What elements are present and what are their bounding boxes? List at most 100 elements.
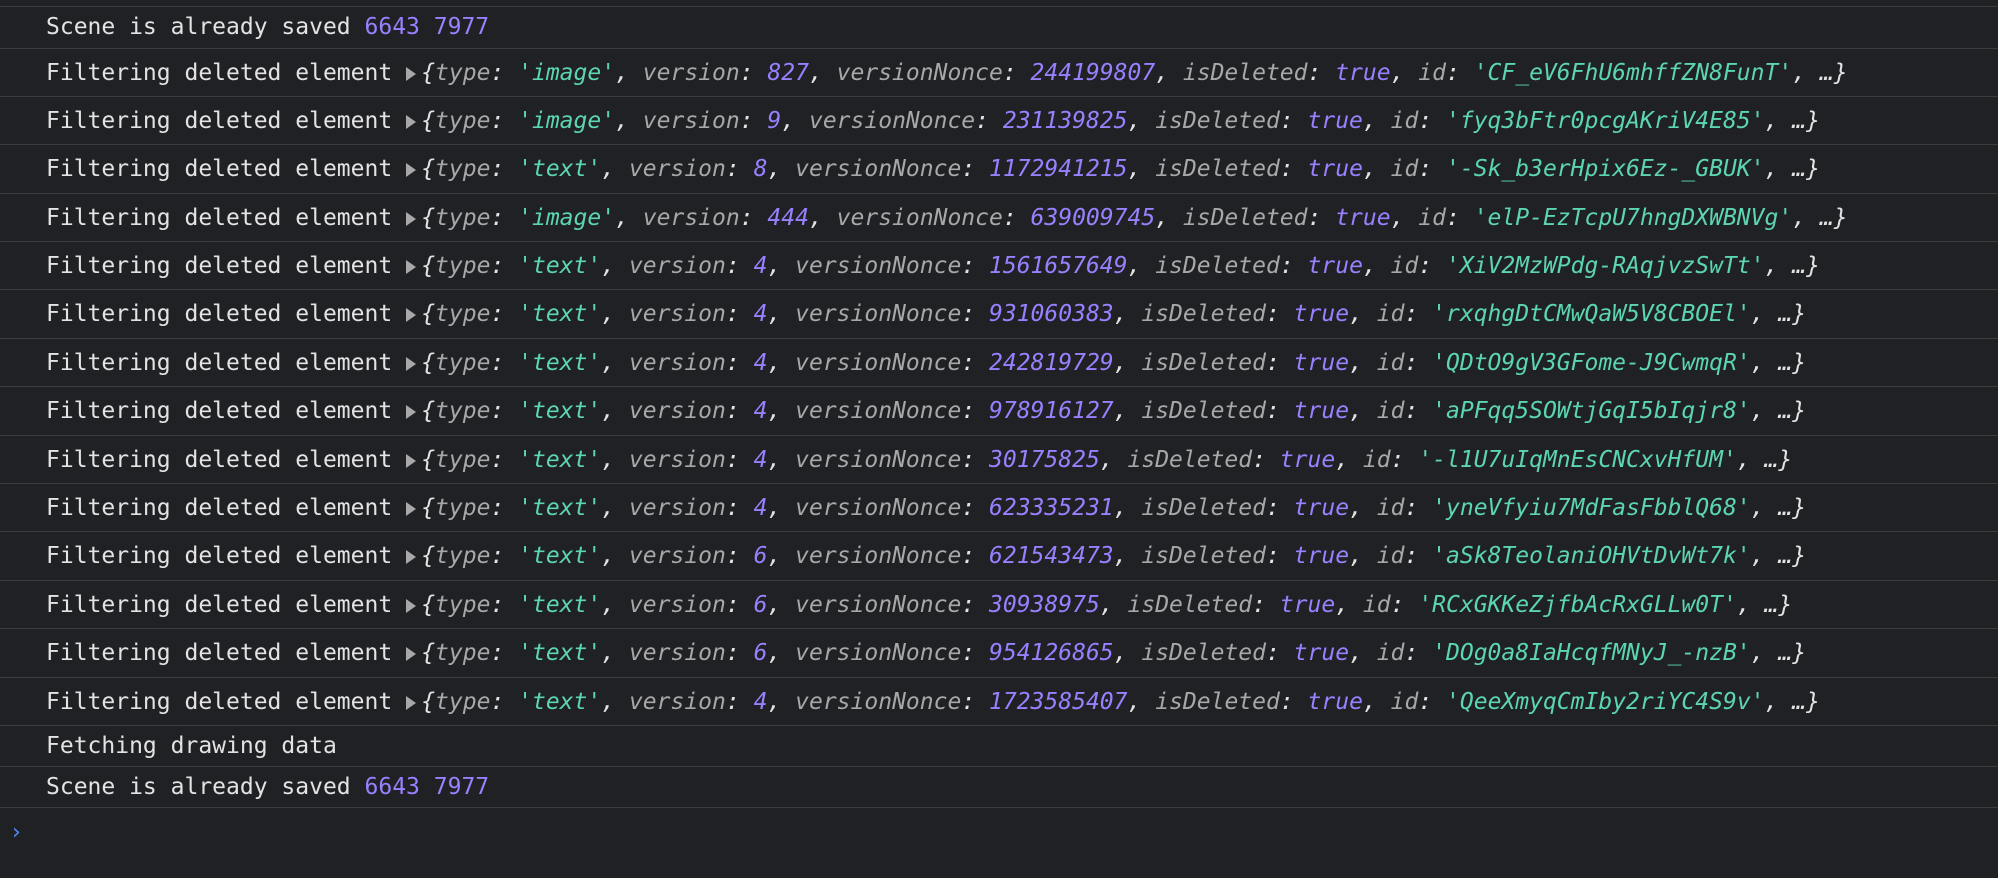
expand-triangle-icon[interactable] — [406, 695, 417, 710]
object-preview[interactable]: {type: 'image', version: 9, versionNonce… — [421, 108, 1820, 134]
obj-key: isDeleted — [1141, 301, 1266, 328]
obj-key: id — [1362, 591, 1391, 618]
obj-key: versionNonce — [795, 156, 962, 183]
obj-value: 444 — [767, 204, 809, 231]
obj-key: type — [435, 495, 491, 522]
expand-triangle-icon[interactable] — [406, 356, 417, 371]
object-preview[interactable]: {type: 'text', version: 6, versionNonce:… — [421, 592, 1792, 618]
obj-value: 4 — [753, 349, 768, 376]
obj-value: 'rxqhgDtCMwQaW5V8CBOEl' — [1432, 301, 1751, 328]
obj-value: 'QDtO9gV3GFome-J9CwmqR' — [1432, 349, 1751, 376]
expand-triangle-icon[interactable] — [406, 114, 417, 129]
log-row-filter: Filtering deleted element {type: 'text', … — [0, 678, 1998, 726]
expand-triangle-icon[interactable] — [406, 163, 417, 178]
log-row-filter: Filtering deleted element {type: 'text', … — [0, 436, 1998, 485]
obj-key: type — [435, 59, 491, 86]
log-entries: Filtering deleted element {type: 'image',… — [0, 49, 1998, 726]
obj-key: type — [435, 301, 491, 328]
obj-key: versionNonce — [795, 301, 962, 328]
expand-triangle-icon[interactable] — [406, 453, 417, 468]
object-preview[interactable]: {type: 'text', version: 6, versionNonce:… — [421, 640, 1806, 666]
log-row-filter: Filtering deleted element {type: 'image',… — [0, 97, 1998, 146]
obj-ellipsis: … — [1764, 446, 1779, 473]
log-message: Filtering deleted element — [46, 495, 393, 522]
obj-value: '-Sk_b3erHpix6Ez-_GBUK' — [1446, 156, 1765, 183]
log-message: Filtering deleted element — [46, 301, 393, 328]
object-preview[interactable]: {type: 'text', version: 4, versionNonce:… — [421, 301, 1806, 327]
obj-key: isDeleted — [1182, 204, 1308, 231]
expand-triangle-icon[interactable] — [406, 550, 417, 565]
object-preview[interactable]: {type: 'text', version: 6, versionNonce:… — [421, 543, 1806, 569]
obj-key: isDeleted — [1182, 59, 1308, 86]
object-preview[interactable]: {type: 'text', version: 4, versionNonce:… — [421, 398, 1806, 424]
expand-triangle-icon[interactable] — [406, 260, 417, 275]
log-message: Filtering deleted element — [46, 543, 393, 570]
obj-value: 'text' — [518, 688, 602, 715]
obj-key: type — [435, 688, 491, 715]
console-input[interactable] — [40, 813, 1944, 856]
obj-key: id — [1418, 59, 1446, 86]
object-preview[interactable]: {type: 'text', version: 4, versionNonce:… — [421, 253, 1820, 279]
obj-value: true — [1307, 253, 1363, 280]
obj-key: type — [435, 640, 491, 667]
obj-value: 4 — [753, 398, 768, 425]
log-message: Scene is already saved — [46, 773, 351, 800]
obj-key: versionNonce — [795, 543, 962, 570]
obj-key: isDeleted — [1155, 107, 1280, 134]
log-message: Filtering deleted element — [46, 107, 393, 134]
expand-triangle-icon[interactable] — [406, 211, 417, 226]
obj-value: 242819729 — [989, 349, 1114, 376]
log-message: Fetching drawing data — [46, 732, 337, 759]
obj-value: 30938975 — [989, 591, 1100, 618]
obj-ellipsis: … — [1778, 398, 1793, 425]
obj-value: 4 — [753, 301, 768, 328]
expand-triangle-icon[interactable] — [406, 405, 417, 420]
object-preview[interactable]: {type: 'text', version: 4, versionNonce:… — [421, 495, 1806, 521]
obj-ellipsis: … — [1778, 349, 1793, 376]
expand-triangle-icon[interactable] — [406, 66, 417, 81]
obj-key: version — [642, 59, 740, 86]
obj-key: isDeleted — [1155, 156, 1280, 183]
obj-value: 'text' — [518, 301, 602, 328]
log-row-saved-top: Scene is already saved 6643 7977 — [0, 7, 1998, 49]
obj-value: 'text' — [518, 398, 602, 425]
object-preview[interactable]: {type: 'image', version: 444, versionNon… — [421, 205, 1847, 231]
obj-value: 'RCxGKKeZjfbAcRxGLLw0T' — [1418, 591, 1737, 618]
log-message: Filtering deleted element — [46, 253, 393, 280]
obj-value: 'image' — [518, 204, 616, 231]
obj-key: id — [1376, 301, 1405, 328]
obj-key: isDeleted — [1141, 495, 1266, 522]
obj-key: id — [1390, 156, 1419, 183]
object-preview[interactable]: {type: 'text', version: 4, versionNonce:… — [421, 447, 1792, 473]
obj-value: 'elP-EzTcpU7hngDXWBNVg' — [1473, 204, 1793, 231]
obj-key: version — [628, 156, 726, 183]
obj-key: id — [1376, 640, 1405, 667]
obj-value: 623335231 — [989, 495, 1114, 522]
obj-value: 1561657649 — [989, 253, 1128, 280]
expand-triangle-icon[interactable] — [406, 647, 417, 662]
obj-key: version — [642, 107, 740, 134]
obj-value: 6 — [753, 543, 768, 570]
obj-key: version — [628, 591, 726, 618]
obj-value: 'QeeXmyqCmIby2riYC4S9v' — [1446, 688, 1765, 715]
obj-value: 6 — [753, 640, 768, 667]
log-row-fetching: Fetching drawing data — [0, 726, 1998, 767]
object-preview[interactable]: {type: 'text', version: 8, versionNonce:… — [421, 156, 1820, 182]
object-preview[interactable]: {type: 'text', version: 4, versionNonce:… — [421, 689, 1820, 715]
object-preview[interactable]: {type: 'image', version: 827, versionNon… — [421, 60, 1847, 86]
console-prompt-row[interactable]: › — [0, 808, 1998, 878]
obj-value: 'aPFqq5SOWtjGqI5bIqjr8' — [1432, 398, 1751, 425]
log-number: 6643 — [364, 773, 420, 800]
obj-value: 6 — [753, 591, 768, 618]
obj-ellipsis: … — [1778, 301, 1793, 328]
obj-value: 954126865 — [989, 640, 1114, 667]
log-row-saved-bottom: Scene is already saved 6643 7977 — [0, 767, 1998, 808]
obj-key: version — [628, 301, 726, 328]
expand-triangle-icon[interactable] — [406, 598, 417, 613]
obj-key: version — [628, 543, 726, 570]
log-row-filter: Filtering deleted element {type: 'image',… — [0, 49, 1998, 97]
obj-key: versionNonce — [795, 349, 962, 376]
expand-triangle-icon[interactable] — [406, 502, 417, 517]
object-preview[interactable]: {type: 'text', version: 4, versionNonce:… — [421, 350, 1806, 376]
expand-triangle-icon[interactable] — [406, 308, 417, 323]
